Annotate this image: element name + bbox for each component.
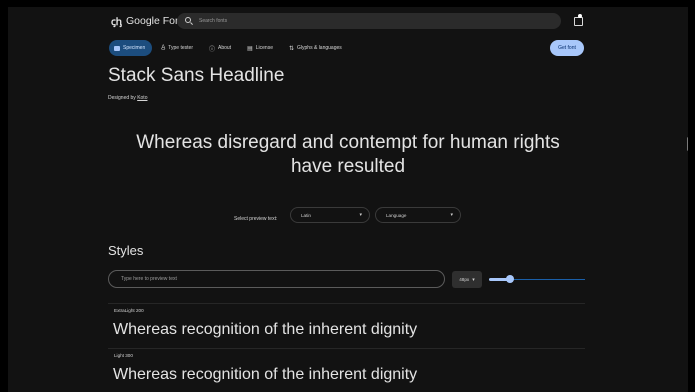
search-bar[interactable]: Search fonts — [177, 13, 561, 29]
letterbox-right — [688, 0, 695, 392]
tab-label: License — [255, 45, 273, 51]
tab-license[interactable]: ▤ License — [240, 40, 280, 56]
bag-badge — [578, 14, 582, 18]
preview-input-placeholder: Type here to preview text — [121, 276, 177, 282]
style-divider — [108, 348, 585, 349]
letterbox-left — [0, 0, 8, 392]
top-bar: ꞔꞕ Google Fonts Search fonts — [8, 7, 688, 35]
tab-label: Specimen — [123, 45, 146, 51]
glyphs-icon: ⇅ — [288, 45, 295, 52]
caret-down-icon: ▾ — [472, 276, 475, 283]
tab-label: Type tester — [168, 45, 193, 51]
styles-heading: Styles — [108, 243, 144, 258]
font-size-select[interactable]: 48px ▾ — [452, 271, 482, 288]
language-select[interactable]: Language ▾ — [375, 207, 461, 223]
script-select-value: Latin — [301, 212, 311, 218]
preview-text-label: Select preview text: — [234, 216, 278, 222]
slider-thumb[interactable] — [506, 275, 514, 283]
tab-label: About — [218, 45, 232, 51]
preview-text-input[interactable]: Type here to preview text — [108, 270, 445, 288]
specimen-line-2: have resulted — [290, 156, 406, 177]
search-icon — [185, 17, 193, 25]
font-size-value: 48px — [459, 277, 470, 282]
tab-label: Glyphs & languages — [297, 45, 342, 51]
tab-about[interactable]: ⓘ About — [202, 40, 238, 56]
style-label-extralight: ExtraLight 200 — [114, 308, 144, 313]
get-font-button[interactable]: Get font — [550, 40, 584, 56]
language-select-placeholder: Language — [386, 212, 407, 218]
designer-line: Designed by Koto — [108, 95, 147, 101]
bag-icon[interactable] — [574, 17, 583, 26]
specimen-tabs: Specimen A̲ Type tester ⓘ About ▤ Licens… — [109, 40, 351, 56]
google-fonts-logo-icon: ꞔꞕ — [111, 17, 122, 28]
caret-down-icon: ▾ — [359, 212, 362, 218]
tab-type-tester[interactable]: A̲ Type tester — [154, 40, 200, 56]
license-icon: ▤ — [247, 45, 253, 52]
tab-specimen[interactable]: Specimen — [109, 40, 153, 56]
specimen-line-1: Whereas disregard and contempt for human… — [136, 132, 560, 153]
tab-glyphs[interactable]: ⇅ Glyphs & languages — [282, 40, 349, 56]
type-tester-icon: A̲ — [161, 45, 166, 51]
search-input[interactable]: Search fonts — [199, 18, 227, 24]
style-label-light: Light 300 — [114, 353, 133, 358]
font-size-slider[interactable] — [489, 275, 585, 283]
designed-by-label: Designed by — [108, 95, 136, 101]
info-icon: ⓘ — [208, 46, 215, 53]
style-preview-extralight[interactable]: Whereas recognition of the inherent dign… — [113, 321, 417, 339]
family-title: Stack Sans Headline — [108, 65, 285, 86]
page: ꞔꞕ Google Fonts Search fonts Specimen A̲… — [8, 7, 688, 392]
script-select[interactable]: Latin ▾ — [290, 207, 370, 223]
caret-down-icon: ▾ — [450, 212, 453, 218]
style-divider — [108, 303, 585, 304]
style-preview-light[interactable]: Whereas recognition of the inherent dign… — [113, 366, 417, 384]
specimen-text: Whereas disregard and contempt for human… — [108, 131, 588, 179]
designer-link[interactable]: Koto — [137, 95, 147, 101]
specimen-icon — [114, 45, 120, 51]
page-scrollbar[interactable] — [687, 137, 688, 151]
